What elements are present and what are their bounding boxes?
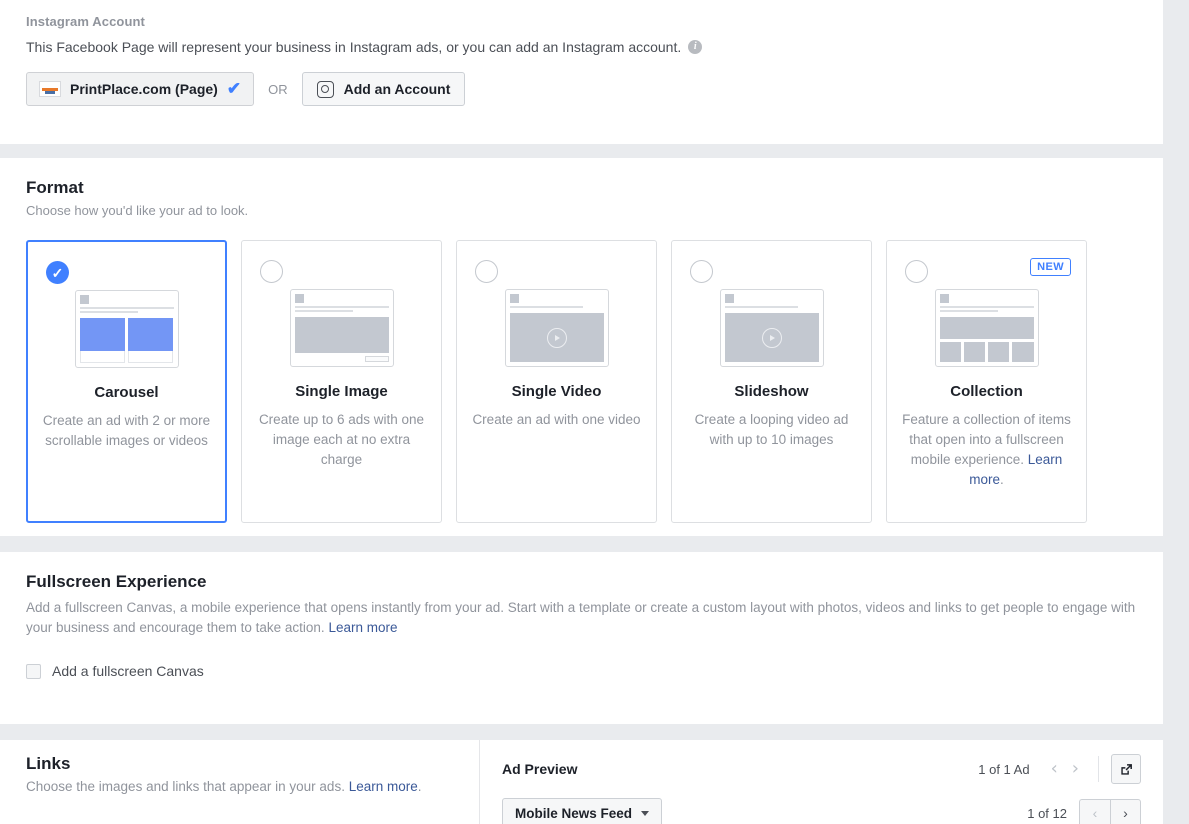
format-card-description: Create an ad with 2 or more scrollable i… (42, 413, 211, 448)
ad-preview-column: Ad Preview 1 of 1 Ad ‹ › Mobile News Fee… (479, 740, 1163, 824)
format-card-single-video[interactable]: Single Video Create an ad with one video (456, 240, 657, 523)
chevron-down-icon (641, 810, 650, 816)
format-card-title: Single Video (511, 383, 602, 400)
format-card-slideshow[interactable]: Slideshow Create a looping video ad with… (671, 240, 872, 523)
popout-preview-button[interactable] (1111, 754, 1141, 784)
previous-placement-button[interactable]: ‹ (1079, 799, 1110, 824)
links-and-preview-section: Links Choose the images and links that a… (0, 740, 1163, 824)
format-card-single-image[interactable]: Single Image Create up to 6 ads with one… (241, 240, 442, 523)
format-card-description: Create a looping video ad with up to 10 … (694, 412, 849, 447)
carousel-thumbnail (28, 290, 225, 368)
format-card-carousel[interactable]: ✓ Carousel Create an ad with 2 or more s… (26, 240, 227, 523)
instagram-camera-icon (316, 80, 334, 98)
radio-carousel[interactable]: ✓ (46, 261, 69, 284)
links-learn-more-link[interactable]: Learn more (349, 779, 418, 794)
radio-single-video[interactable] (475, 260, 498, 283)
play-icon (546, 327, 567, 348)
divider (1098, 756, 1099, 782)
links-subtitle: Choose the images and links that appear … (26, 779, 453, 794)
add-an-account-button[interactable]: Add an Account (301, 72, 466, 106)
format-card-title: Carousel (94, 384, 159, 401)
format-subtitle: Choose how you'd like your ad to look. (26, 203, 249, 218)
placement-count-label: 1 of 12 (1027, 805, 1067, 821)
next-ad-button[interactable]: › (1065, 760, 1086, 778)
placement-dropdown-button[interactable]: Mobile News Feed (502, 798, 663, 824)
format-card-collection[interactable]: NEW Collection Feature a collection of i… (886, 240, 1087, 523)
format-card-list: ✓ Carousel Create an ad with 2 or more s… (26, 240, 1137, 523)
links-title: Links (26, 754, 71, 773)
format-card-description: Create an ad with one video (472, 412, 641, 427)
instagram-account-label: Instagram Account (26, 14, 145, 29)
new-badge: NEW (1030, 258, 1071, 276)
instagram-account-controls: PrintPlace.com (Page) ✔ OR Add an Accoun… (26, 72, 1137, 106)
play-icon (761, 327, 782, 348)
add-an-account-label: Add an Account (343, 81, 451, 97)
ads-manager-page: Instagram Account This Facebook Page wil… (0, 0, 1189, 824)
format-card-description: Feature a collection of items that open … (887, 410, 1086, 490)
instagram-page-button[interactable]: PrintPlace.com (Page) ✔ (26, 72, 255, 106)
collection-thumbnail (887, 289, 1086, 367)
format-title: Format (26, 178, 84, 197)
placement-selector-row: Mobile News Feed 1 of 12 ‹ › (502, 798, 1141, 824)
description-suffix: . (1000, 472, 1004, 487)
placement-label: Mobile News Feed (515, 805, 633, 821)
instagram-description-text: This Facebook Page will represent your b… (26, 39, 682, 55)
single-video-thumbnail (457, 289, 656, 367)
instagram-page-name: PrintPlace.com (Page) (70, 81, 218, 97)
radio-collection[interactable] (905, 260, 928, 283)
links-subtitle-text: Choose the images and links that appear … (26, 779, 349, 794)
check-icon: ✓ (51, 264, 64, 281)
fullscreen-description: Add a fullscreen Canvas, a mobile experi… (26, 598, 1137, 638)
format-card-title: Collection (950, 383, 1023, 400)
format-card-title: Single Image (295, 383, 388, 400)
fullscreen-experience-section: Fullscreen Experience Add a fullscreen C… (0, 552, 1163, 724)
slideshow-thumbnail (672, 289, 871, 367)
single-image-thumbnail (242, 289, 441, 367)
ad-preview-header: Ad Preview 1 of 1 Ad ‹ › (502, 740, 1141, 784)
or-separator: OR (268, 81, 288, 97)
radio-single-image[interactable] (260, 260, 283, 283)
instagram-account-description: This Facebook Page will represent your b… (26, 39, 1137, 55)
external-link-icon (1120, 763, 1132, 775)
page-avatar-icon (39, 81, 61, 97)
fullscreen-title: Fullscreen Experience (26, 572, 207, 591)
check-icon: ✔ (226, 79, 242, 98)
fullscreen-description-text: Add a fullscreen Canvas, a mobile experi… (26, 600, 1136, 635)
fullscreen-learn-more-link[interactable]: Learn more (328, 620, 397, 635)
add-fullscreen-canvas-checkbox[interactable] (26, 663, 41, 679)
format-card-description: Create up to 6 ads with one image each a… (258, 412, 425, 467)
add-fullscreen-canvas-label: Add a fullscreen Canvas (52, 663, 204, 679)
next-placement-button[interactable]: › (1110, 799, 1141, 824)
format-card-title: Slideshow (734, 383, 809, 400)
previous-ad-button[interactable]: ‹ (1044, 760, 1065, 778)
format-section: Format Choose how you'd like your ad to … (0, 158, 1163, 536)
instagram-account-section: Instagram Account This Facebook Page wil… (0, 0, 1163, 144)
fullscreen-canvas-checkbox-row[interactable]: Add a fullscreen Canvas (26, 663, 1137, 679)
radio-slideshow[interactable] (690, 260, 713, 283)
links-subtitle-suffix: . (417, 779, 422, 794)
ad-count-label: 1 of 1 Ad (978, 761, 1030, 777)
ad-preview-title: Ad Preview (502, 761, 578, 777)
info-icon[interactable]: i (688, 40, 703, 54)
links-column: Links Choose the images and links that a… (0, 740, 479, 824)
